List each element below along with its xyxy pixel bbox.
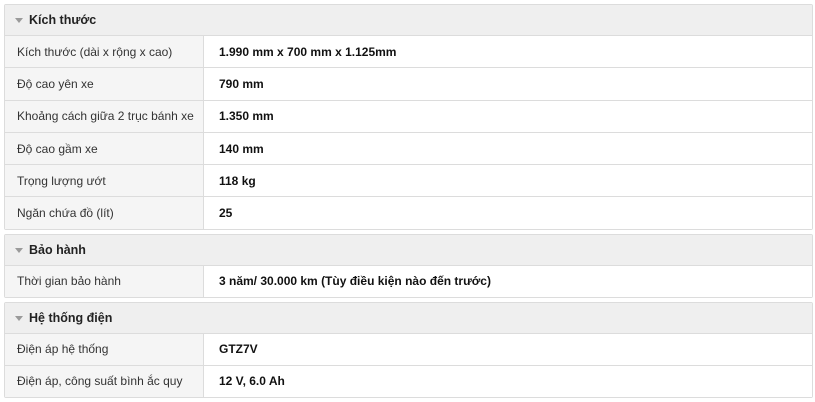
spec-row: Độ cao yên xe 790 mm	[5, 67, 812, 100]
spec-value: 1.990 mm x 700 mm x 1.125mm	[204, 36, 812, 68]
spec-label: Kích thước (dài x rộng x cao)	[5, 36, 204, 68]
spec-label: Điện áp, công suất bình ắc quy	[5, 365, 204, 397]
spec-row: Điện áp, công suất bình ắc quy 12 V, 6.0…	[5, 364, 812, 397]
spec-row: Điện áp hệ thống GTZ7V	[5, 332, 812, 365]
section-header-bao-hanh[interactable]: Bảo hành	[5, 234, 812, 265]
section-kich-thuoc: Kích thước Kích thước (dài x rộng x cao)…	[4, 4, 813, 230]
spec-value: 3 năm/ 30.000 km (Tùy điều kiện nào đến …	[204, 265, 812, 297]
spec-label: Thời gian bảo hành	[5, 265, 204, 297]
section-title: Kích thước	[29, 13, 97, 27]
spec-label: Điện áp hệ thống	[5, 333, 204, 365]
spec-row: Trọng lượng ướt 118 kg	[5, 164, 812, 197]
spec-row: Khoảng cách giữa 2 trục bánh xe 1.350 mm	[5, 99, 812, 132]
caret-down-icon	[15, 18, 23, 23]
spec-value: GTZ7V	[204, 333, 812, 365]
spec-value: 1.350 mm	[204, 100, 812, 132]
spec-value: 790 mm	[204, 68, 812, 100]
spec-label: Khoảng cách giữa 2 trục bánh xe	[5, 100, 204, 132]
spec-value: 118 kg	[204, 165, 812, 197]
spec-value: 25	[204, 197, 812, 229]
spec-row: Ngăn chứa đồ (lít) 25	[5, 196, 812, 229]
spec-row: Thời gian bảo hành 3 năm/ 30.000 km (Tùy…	[5, 264, 812, 297]
section-bao-hanh: Bảo hành Thời gian bảo hành 3 năm/ 30.00…	[4, 233, 813, 298]
spec-row: Kích thước (dài x rộng x cao) 1.990 mm x…	[5, 35, 812, 68]
spec-label: Trọng lượng ướt	[5, 165, 204, 197]
section-header-kich-thuoc[interactable]: Kích thước	[5, 5, 812, 35]
spec-value: 12 V, 6.0 Ah	[204, 365, 812, 397]
section-title: Hệ thống điện	[29, 310, 113, 325]
spec-table: Kích thước Kích thước (dài x rộng x cao)…	[4, 4, 813, 398]
spec-label: Độ cao gầm xe	[5, 132, 204, 165]
spec-label: Độ cao yên xe	[5, 68, 204, 100]
spec-label: Ngăn chứa đồ (lít)	[5, 197, 204, 229]
section-title: Bảo hành	[29, 242, 86, 257]
spec-value: 140 mm	[204, 132, 812, 165]
section-he-thong-dien: Hệ thống điện Điện áp hệ thống GTZ7V Điệ…	[4, 301, 813, 398]
spec-row: Độ cao gầm xe 140 mm	[5, 131, 812, 165]
caret-down-icon	[15, 315, 23, 321]
caret-down-icon	[15, 247, 23, 253]
section-header-he-thong-dien[interactable]: Hệ thống điện	[5, 302, 812, 333]
